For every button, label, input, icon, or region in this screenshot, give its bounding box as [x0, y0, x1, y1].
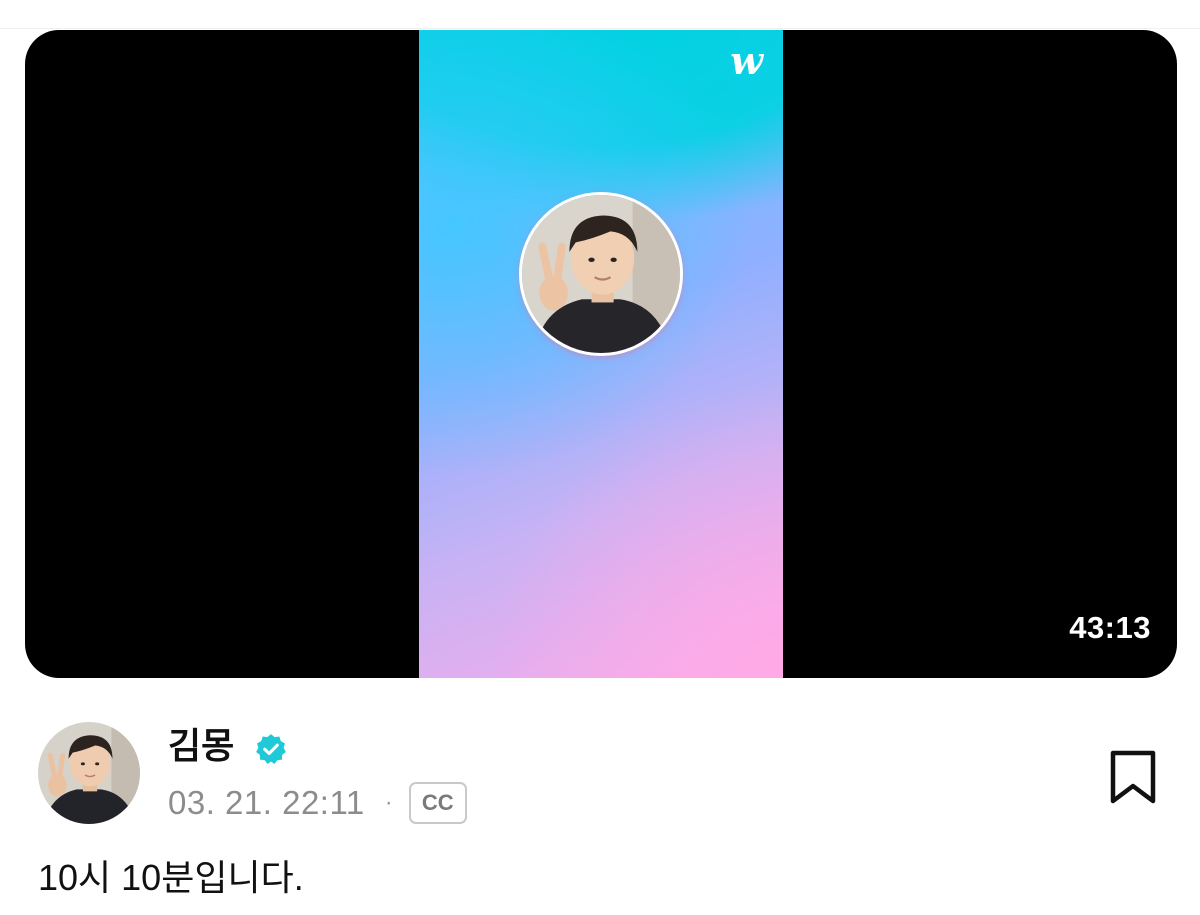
author-name[interactable]: 김몽 — [168, 724, 234, 768]
author-avatar[interactable] — [38, 722, 140, 824]
verified-badge-icon — [256, 734, 286, 765]
post-text: 10시 10분입니다. — [38, 857, 304, 898]
video-thumbnail: w — [419, 30, 783, 678]
post-meta: 03. 21. 22:11 · CC — [168, 780, 467, 826]
video-player[interactable]: w 43:13 — [25, 30, 1177, 678]
post-timestamp: 03. 21. 22:11 — [168, 784, 365, 821]
video-duration: 43:13 — [1069, 610, 1151, 645]
cc-badge[interactable]: CC — [408, 782, 467, 824]
weverse-logo-icon: w — [730, 38, 763, 83]
top-divider — [0, 28, 1200, 29]
meta-separator: · — [384, 789, 393, 816]
bookmark-button[interactable] — [1104, 748, 1162, 806]
bookmark-icon — [1110, 750, 1156, 804]
thumbnail-profile-photo — [519, 192, 683, 356]
